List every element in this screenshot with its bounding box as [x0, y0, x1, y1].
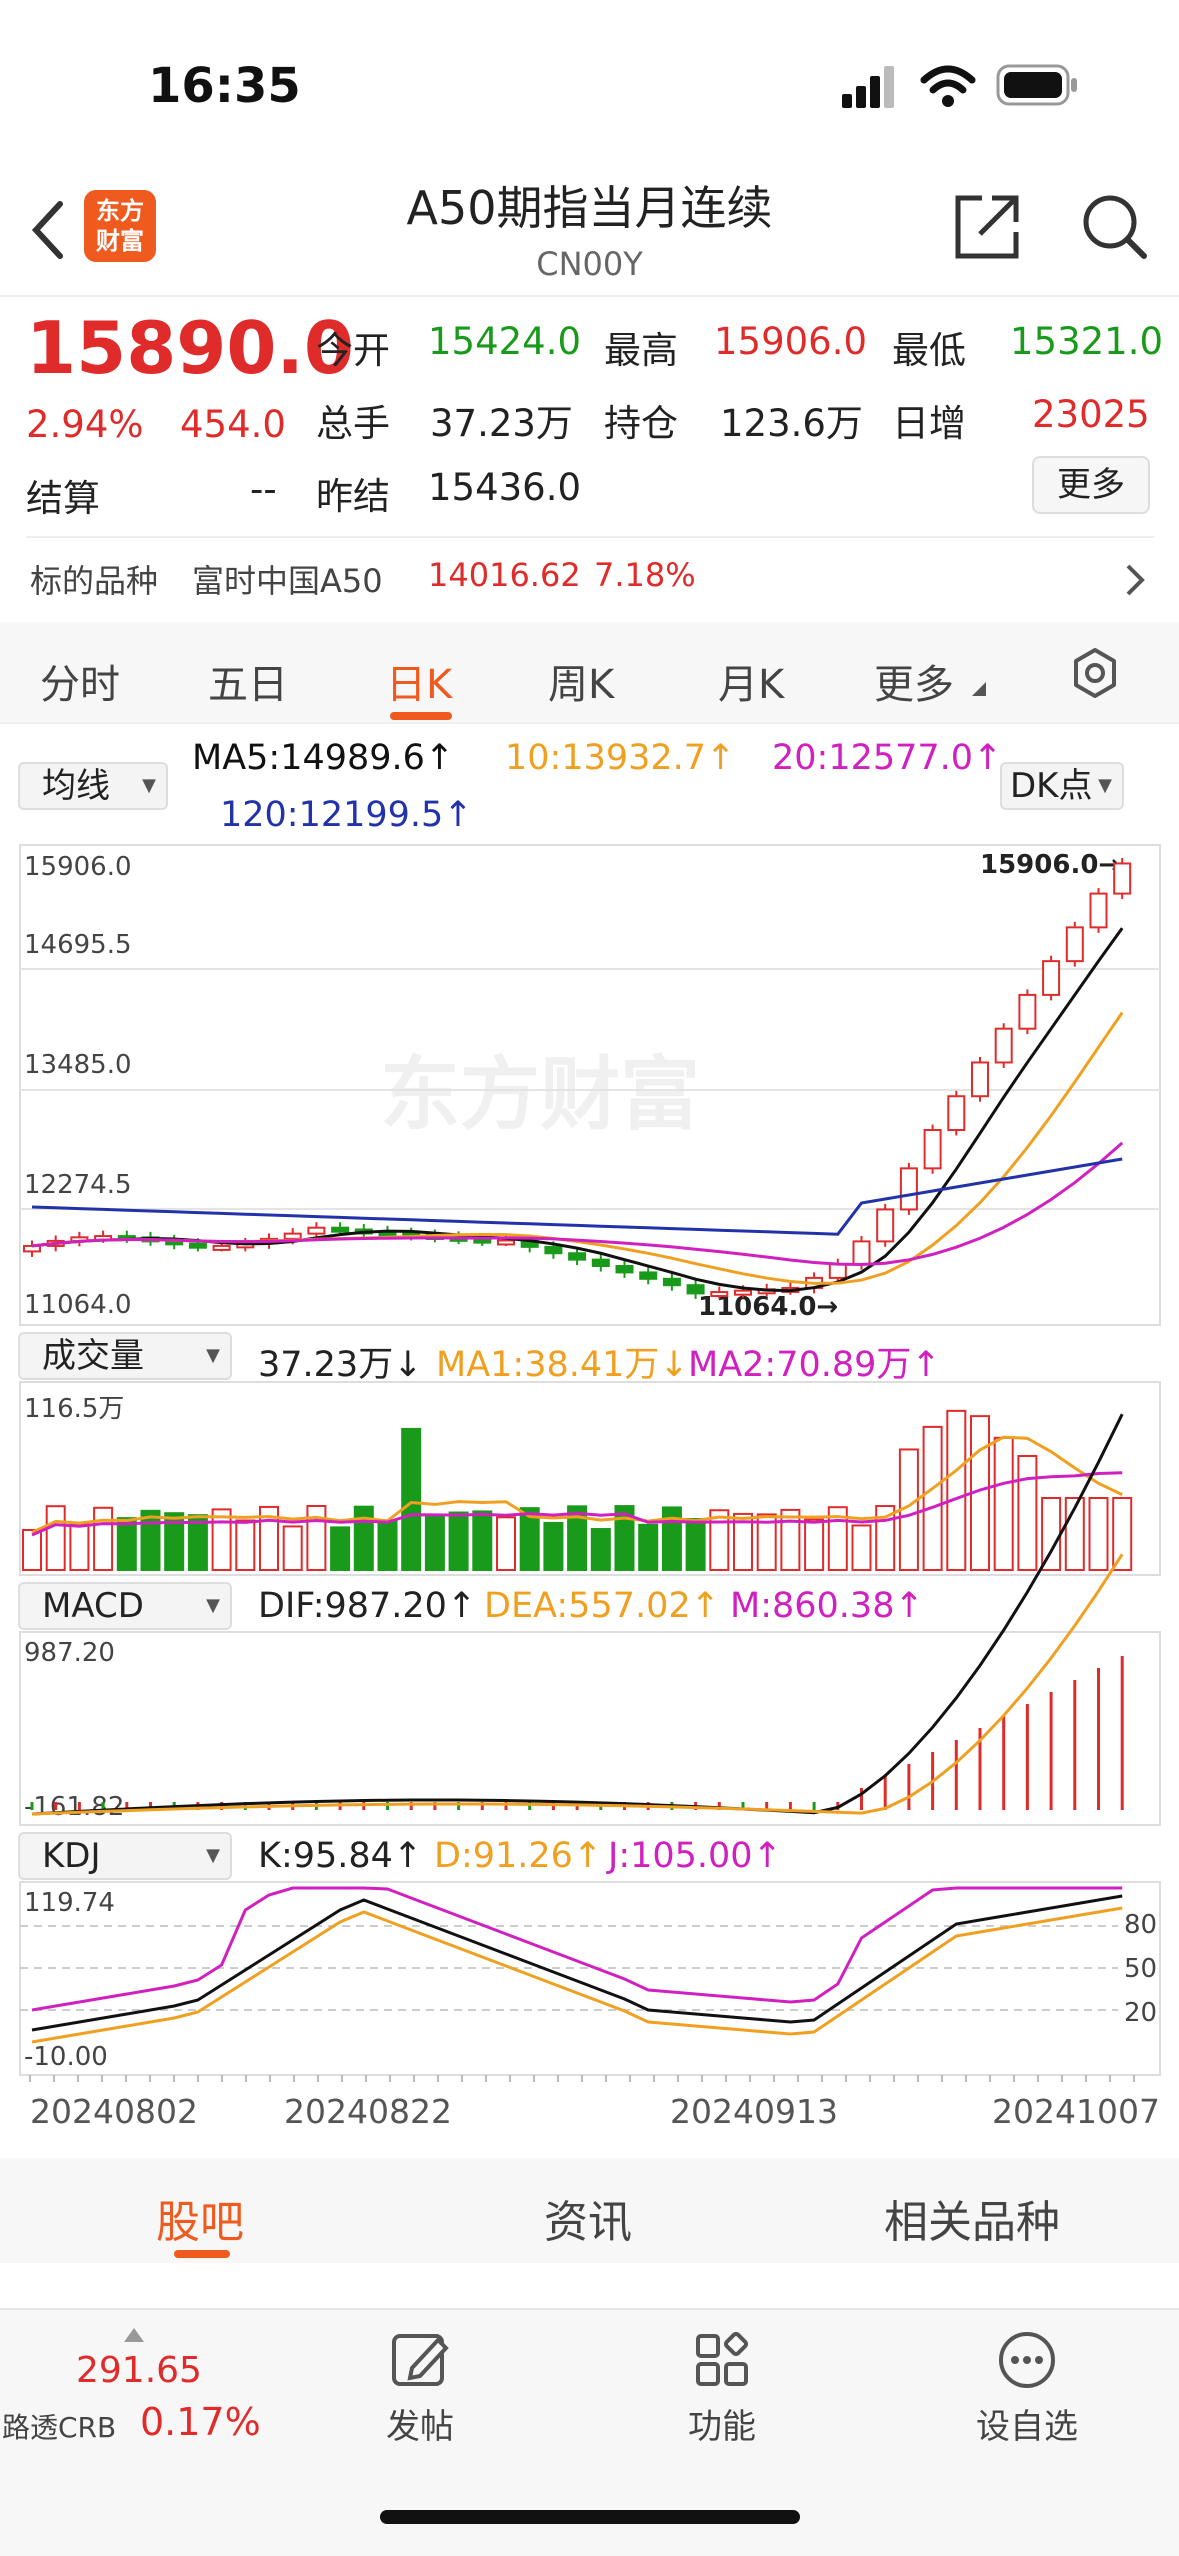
volume-bar — [1088, 1497, 1109, 1571]
candle-body — [662, 1277, 681, 1287]
volume-bar — [235, 1519, 256, 1572]
add-watch-button[interactable]: 设自选 — [962, 2310, 1092, 2448]
candle-body — [639, 1271, 658, 1280]
tab-forum[interactable]: 股吧 — [156, 2186, 244, 2250]
candle-body — [1113, 862, 1132, 895]
candle-body — [331, 1226, 350, 1233]
volume-bar — [306, 1505, 327, 1572]
volume-bar — [330, 1526, 351, 1571]
tab-news[interactable]: 资讯 — [544, 2186, 632, 2250]
volume-bar — [377, 1520, 398, 1571]
volume-bar — [424, 1514, 445, 1571]
volume-bar — [116, 1517, 137, 1571]
active-bottom-tab-indicator — [174, 2250, 230, 2258]
candle-body — [994, 1027, 1013, 1064]
triangle-up-icon — [124, 2328, 144, 2342]
crb-label: 路透CRB — [2, 2411, 117, 2444]
candle-body — [544, 1245, 563, 1255]
volume-bar — [45, 1505, 66, 1572]
tab-related[interactable]: 相关品种 — [884, 2186, 1060, 2250]
volume-bar — [804, 1518, 825, 1571]
panel-frame — [19, 1631, 1161, 1826]
post-label: 发帖 — [386, 2407, 454, 2447]
candle-body — [615, 1265, 634, 1274]
volume-bar — [401, 1427, 422, 1572]
candle-body — [923, 1129, 942, 1170]
volume-bar — [353, 1505, 374, 1572]
candle-body — [1018, 993, 1037, 1030]
volume-bar — [140, 1509, 161, 1571]
candle-body — [852, 1240, 871, 1266]
panel-frame — [19, 1881, 1161, 2076]
volume-bar — [780, 1508, 801, 1572]
volume-bar — [282, 1525, 303, 1572]
grid-icon — [696, 2331, 749, 2386]
candle-body — [307, 1226, 326, 1235]
home-indicator — [380, 2510, 800, 2524]
volume-bar — [993, 1436, 1014, 1571]
candle-body — [568, 1252, 587, 1261]
candle-body — [1042, 960, 1061, 996]
candle-body — [283, 1232, 302, 1240]
candle-body — [828, 1263, 847, 1279]
volume-bar — [93, 1506, 114, 1571]
volume-bar — [69, 1522, 90, 1572]
macd-dea-line — [31, 1553, 1124, 1816]
volume-bar — [496, 1516, 516, 1571]
candle-body — [686, 1284, 705, 1295]
candle-body — [876, 1208, 895, 1243]
volume-bar — [946, 1409, 967, 1571]
candle-body — [947, 1095, 966, 1132]
candle-body — [591, 1258, 610, 1268]
volume-bar — [590, 1528, 611, 1571]
candle-body — [710, 1291, 729, 1298]
volume-bar — [1017, 1454, 1038, 1571]
volume-bar — [851, 1524, 872, 1572]
volume-bar — [638, 1523, 659, 1571]
kdj-d-line — [31, 1906, 1123, 2044]
volume-bar — [685, 1518, 706, 1572]
bottom-tabs: 股吧 资讯 相关品种 — [0, 2158, 1179, 2263]
candle-body — [1065, 926, 1084, 963]
candle-body — [1089, 892, 1108, 929]
volume-bar — [922, 1425, 943, 1572]
volume-bar — [543, 1521, 564, 1571]
candle-body — [899, 1167, 918, 1211]
function-button[interactable]: 功能 — [672, 2310, 772, 2448]
volume-bar — [472, 1510, 493, 1572]
candle-body — [734, 1289, 752, 1296]
volume-bar — [22, 1529, 42, 1571]
candle-body — [212, 1244, 231, 1251]
kline-chart[interactable] — [0, 0, 1179, 2150]
post-button[interactable]: 发帖 — [370, 2310, 470, 2448]
crb-value: 291.65 — [76, 2350, 202, 2391]
candle-body — [188, 1242, 207, 1249]
edit-icon — [392, 2334, 449, 2386]
candle-body — [497, 1239, 515, 1246]
volume-bar — [448, 1511, 469, 1571]
candle-body — [971, 1061, 989, 1098]
more-dots-icon — [999, 2332, 1055, 2388]
add-watch-label: 设自选 — [976, 2407, 1078, 2447]
volume-bar — [1112, 1497, 1133, 1571]
crb-change: 0.17% — [140, 2400, 261, 2444]
function-label: 功能 — [688, 2407, 756, 2447]
